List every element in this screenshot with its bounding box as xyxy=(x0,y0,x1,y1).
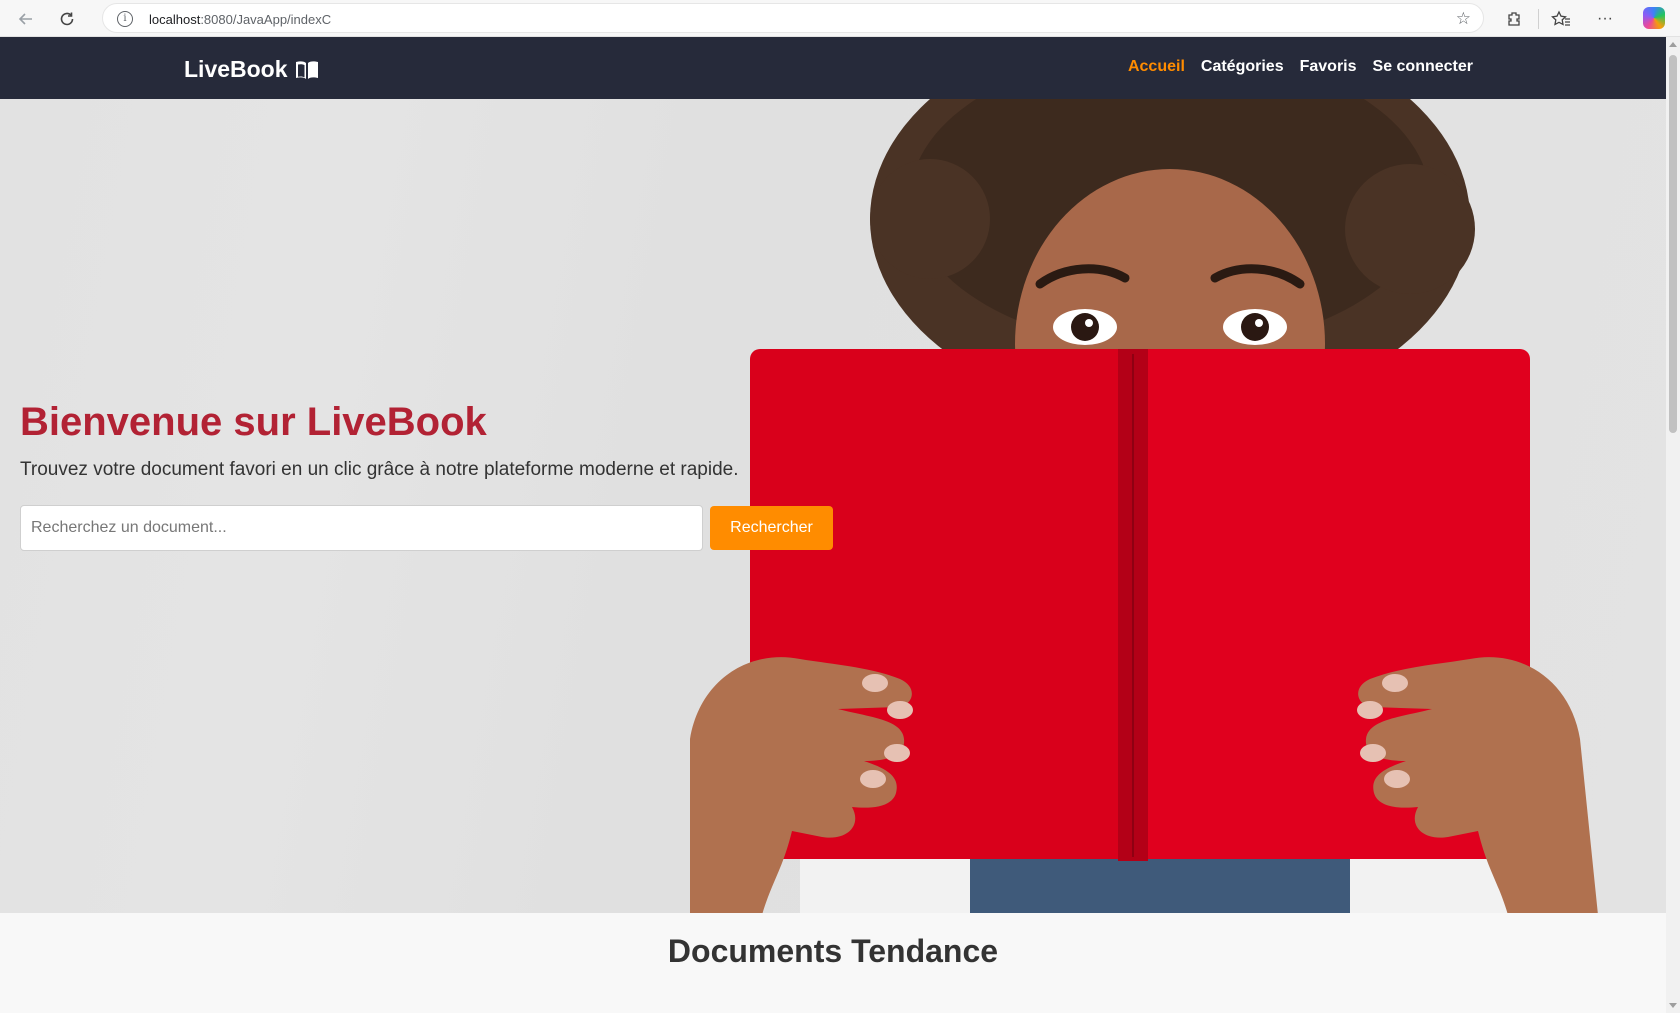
trending-section: Documents Tendance xyxy=(0,913,1666,1013)
refresh-icon[interactable] xyxy=(55,7,79,31)
scroll-down-icon[interactable] xyxy=(1669,1003,1677,1008)
copilot-icon[interactable] xyxy=(1643,7,1665,29)
nav-menu: Accueil Catégories Favoris Se connecter xyxy=(1128,58,1473,76)
extensions-icon[interactable] xyxy=(1501,6,1527,32)
search-button[interactable]: Rechercher xyxy=(710,506,833,550)
hero-title: Bienvenue sur LiveBook xyxy=(20,400,487,444)
toolbar-divider xyxy=(1538,9,1539,29)
favorites-icon[interactable] xyxy=(1548,6,1574,32)
page-viewport: LiveBook Accueil Catégories Favoris Se c… xyxy=(0,37,1666,1013)
scroll-up-icon[interactable] xyxy=(1669,42,1677,47)
back-icon[interactable] xyxy=(14,7,38,31)
page-scrollbar[interactable] xyxy=(1666,37,1680,1013)
nav-link-accueil[interactable]: Accueil xyxy=(1128,58,1185,76)
hero-subtitle: Trouvez votre document favori en un clic… xyxy=(20,459,739,480)
search-input[interactable] xyxy=(20,505,703,551)
more-icon[interactable]: ··· xyxy=(1592,6,1618,32)
star-icon[interactable]: ☆ xyxy=(1456,9,1471,29)
book-open-icon xyxy=(295,60,318,79)
brand-logo[interactable]: LiveBook xyxy=(184,56,320,83)
url-text: localhost:8080/JavaApp/indexC xyxy=(149,12,332,27)
address-bar[interactable]: i localhost:8080/JavaApp/indexC ☆ xyxy=(102,3,1484,33)
scroll-thumb[interactable] xyxy=(1669,55,1677,433)
nav-link-se-connecter[interactable]: Se connecter xyxy=(1373,58,1473,76)
info-icon[interactable]: i xyxy=(117,11,133,27)
navbar: LiveBook Accueil Catégories Favoris Se c… xyxy=(0,37,1666,99)
hero-section: Bienvenue sur LiveBook Trouvez votre doc… xyxy=(0,99,1666,913)
section-title: Documents Tendance xyxy=(667,933,999,969)
nav-link-categories[interactable]: Catégories xyxy=(1201,58,1284,76)
brand-name: LiveBook xyxy=(184,56,288,82)
browser-toolbar: i localhost:8080/JavaApp/indexC ☆ ··· xyxy=(0,0,1680,37)
nav-link-favoris[interactable]: Favoris xyxy=(1300,58,1357,76)
